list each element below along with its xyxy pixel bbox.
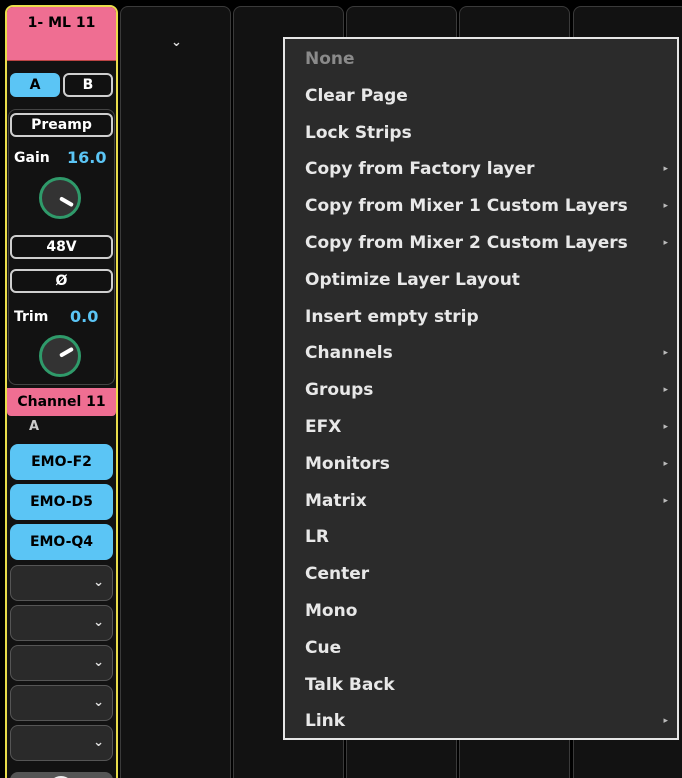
empty-strip-column[interactable]: ⌄ xyxy=(120,6,231,778)
chevron-right-icon: ▸ xyxy=(663,238,668,248)
chevron-right-icon: ▸ xyxy=(663,496,668,506)
chevron-down-icon: ⌄ xyxy=(93,655,104,670)
menu-item[interactable]: Copy from Factory layer xyxy=(305,154,535,184)
menu-item[interactable]: Matrix xyxy=(305,486,367,516)
menu-item[interactable]: EFX xyxy=(305,412,341,442)
assignment-button[interactable]: EMO-Q4 xyxy=(10,524,113,560)
gain-knob[interactable] xyxy=(39,177,81,219)
menu-item[interactable]: Groups xyxy=(305,375,373,405)
menu-item[interactable]: Center xyxy=(305,559,369,589)
menu-item[interactable]: Monitors xyxy=(305,449,390,479)
menu-item[interactable]: Lock Strips xyxy=(305,118,412,148)
knob-indicator xyxy=(59,196,74,208)
phase-invert-button[interactable]: Ø xyxy=(10,269,113,293)
chevron-down-icon: ⌄ xyxy=(93,615,104,630)
chevron-down-icon[interactable]: ⌄ xyxy=(171,35,182,50)
trim-knob[interactable] xyxy=(39,335,81,377)
menu-item[interactable]: Mono xyxy=(305,596,357,626)
channel-strip[interactable]: 1- ML 11 A B Preamp Gain 16.0 48V Ø Trim… xyxy=(5,5,118,778)
menu-item[interactable]: LR xyxy=(305,522,329,552)
menu-item[interactable]: Optimize Layer Layout xyxy=(305,265,520,295)
fader-area[interactable] xyxy=(10,772,113,778)
layer-selector: A B xyxy=(10,73,113,97)
chevron-right-icon: ▸ xyxy=(663,385,668,395)
chevron-down-icon: ⌄ xyxy=(93,575,104,590)
trim-value: 0.0 xyxy=(70,307,99,326)
chevron-down-icon: ⌄ xyxy=(93,735,104,750)
assignment-button[interactable]: EMO-D5 xyxy=(10,484,113,520)
menu-item[interactable]: Clear Page xyxy=(305,81,408,111)
gain-value: 16.0 xyxy=(67,148,107,167)
strip-title[interactable]: 1- ML 11 xyxy=(7,7,116,61)
menu-item[interactable]: Cue xyxy=(305,633,341,663)
knob-indicator xyxy=(59,346,74,358)
assignment-dropdown[interactable]: ⌄ xyxy=(10,605,113,641)
menu-item[interactable]: Copy from Mixer 2 Custom Layers xyxy=(305,228,628,258)
chevron-right-icon: ▸ xyxy=(663,164,668,174)
channel-name[interactable]: Channel 11 xyxy=(7,388,116,416)
assignment-button[interactable]: EMO-F2 xyxy=(10,444,113,480)
layer-a-button[interactable]: A xyxy=(10,73,60,97)
chevron-right-icon: ▸ xyxy=(663,201,668,211)
chevron-right-icon: ▸ xyxy=(663,459,668,469)
menu-item[interactable]: Copy from Mixer 1 Custom Layers xyxy=(305,191,628,221)
assignment-dropdown[interactable]: ⌄ xyxy=(10,685,113,721)
assignment-dropdown[interactable]: ⌄ xyxy=(10,645,113,681)
assignment-dropdown[interactable]: ⌄ xyxy=(10,725,113,761)
chevron-down-icon: ⌄ xyxy=(93,695,104,710)
context-menu: None Clear Page Lock Strips Copy from Facto… xyxy=(283,37,679,740)
gain-label: Gain xyxy=(14,150,50,166)
menu-item[interactable]: Talk Back xyxy=(305,670,395,700)
menu-item[interactable]: Insert empty strip xyxy=(305,302,479,332)
trim-label: Trim xyxy=(14,309,49,325)
menu-item[interactable]: Channels xyxy=(305,338,393,368)
menu-item: None xyxy=(305,49,355,69)
phantom-power-button[interactable]: 48V xyxy=(10,235,113,259)
layer-b-button[interactable]: B xyxy=(63,73,113,97)
channel-layer-label: A xyxy=(29,419,40,434)
preamp-button[interactable]: Preamp xyxy=(10,113,113,137)
menu-item[interactable]: Link xyxy=(305,706,345,736)
assignment-dropdown[interactable]: ⌄ xyxy=(10,565,113,601)
chevron-right-icon: ▸ xyxy=(663,348,668,358)
chevron-right-icon: ▸ xyxy=(663,716,668,726)
chevron-right-icon: ▸ xyxy=(663,422,668,432)
